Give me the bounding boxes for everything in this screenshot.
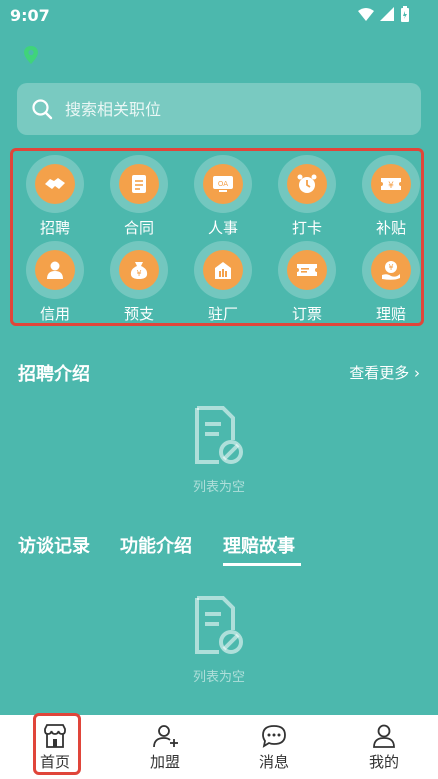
content-tabs: 访谈记录 功能介绍 理赔故事	[18, 532, 418, 572]
nav-label: 消息	[258, 753, 289, 771]
alarm-clock-icon	[297, 174, 317, 193]
nav-messages[interactable]: 消息	[234, 715, 314, 779]
view-more-link[interactable]: 查看更多 ›	[349, 362, 420, 383]
factory-icon	[215, 262, 231, 279]
recruit-empty-state: 列表为空	[169, 404, 269, 495]
chevron-right-icon: ›	[414, 364, 420, 382]
add-person-icon	[153, 725, 178, 748]
money-bag-icon: ¥	[130, 262, 148, 279]
empty-list-icon	[195, 406, 243, 464]
feature-label: 合同	[123, 219, 154, 237]
nav-join[interactable]: 加盟	[125, 715, 205, 779]
active-tab-indicator	[223, 563, 301, 566]
svg-text:OA: OA	[218, 180, 228, 188]
nav-label: 我的	[368, 753, 399, 771]
battery-icon	[401, 6, 409, 22]
feature-label: 信用	[39, 305, 70, 323]
search-bar[interactable]	[17, 83, 421, 135]
status-icons	[358, 6, 410, 22]
svg-text:¥: ¥	[388, 263, 393, 272]
feature-label: 打卡	[291, 219, 322, 237]
nav-home-highlight	[33, 713, 81, 775]
oa-icon: OA	[213, 176, 233, 192]
empty-text: 列表为空	[192, 670, 245, 685]
feature-credit[interactable]: 信用	[13, 241, 97, 325]
feature-recruit[interactable]: 招聘	[13, 155, 97, 239]
feature-subsidy[interactable]: ¥ 补贴	[349, 155, 433, 239]
svg-text:¥: ¥	[136, 269, 141, 278]
handshake-icon	[45, 178, 65, 189]
feature-clockin[interactable]: 打卡	[265, 155, 349, 239]
tab-interviews[interactable]: 访谈记录	[18, 532, 90, 558]
location-pin-icon[interactable]	[22, 45, 40, 65]
feature-label: 招聘	[39, 219, 70, 237]
person-badge-icon	[47, 261, 63, 279]
wifi-icon	[358, 8, 374, 21]
feature-label: 订票	[291, 305, 322, 323]
feature-label: 补贴	[375, 219, 406, 237]
signal-icon	[380, 7, 394, 21]
empty-list-icon	[195, 596, 243, 654]
hand-coin-icon: ¥	[382, 261, 400, 280]
feature-contract[interactable]: 合同	[97, 155, 181, 239]
view-more-label: 查看更多	[349, 364, 410, 382]
chat-bubble-icon	[262, 725, 286, 748]
svg-text:¥: ¥	[388, 181, 394, 191]
feature-label: 预支	[123, 305, 154, 323]
ticket-icon	[297, 264, 317, 276]
feature-label: 理赔	[375, 305, 406, 323]
feature-label: 驻厂	[207, 305, 238, 323]
empty-text: 列表为空	[192, 480, 245, 495]
feature-hr[interactable]: OA 人事	[181, 155, 265, 239]
story-empty-state: 列表为空	[169, 594, 269, 685]
status-bar: 9:07	[0, 0, 438, 32]
recruit-section-title: 招聘介绍	[18, 364, 90, 385]
nav-label: 加盟	[149, 753, 180, 771]
feature-advance[interactable]: ¥ 预支	[97, 241, 181, 325]
tab-features[interactable]: 功能介绍	[120, 532, 192, 558]
feature-factory[interactable]: 驻厂	[181, 241, 265, 325]
document-icon	[132, 175, 146, 193]
nav-profile[interactable]: 我的	[344, 715, 424, 779]
status-time: 9:07	[10, 6, 50, 25]
tab-claim-stories[interactable]: 理赔故事	[223, 532, 295, 558]
search-icon	[32, 99, 53, 120]
feature-grid: 招聘 合同 OA 人事 打卡 ¥ 补贴 信用 ¥ 预支 驻厂 订票 ¥ 理赔	[10, 148, 424, 326]
feature-claims[interactable]: ¥ 理赔	[349, 241, 433, 325]
ticket-yen-icon: ¥	[381, 178, 401, 191]
search-input[interactable]	[63, 98, 387, 120]
feature-label: 人事	[207, 219, 238, 237]
person-icon	[373, 724, 395, 748]
feature-booking[interactable]: 订票	[265, 241, 349, 325]
